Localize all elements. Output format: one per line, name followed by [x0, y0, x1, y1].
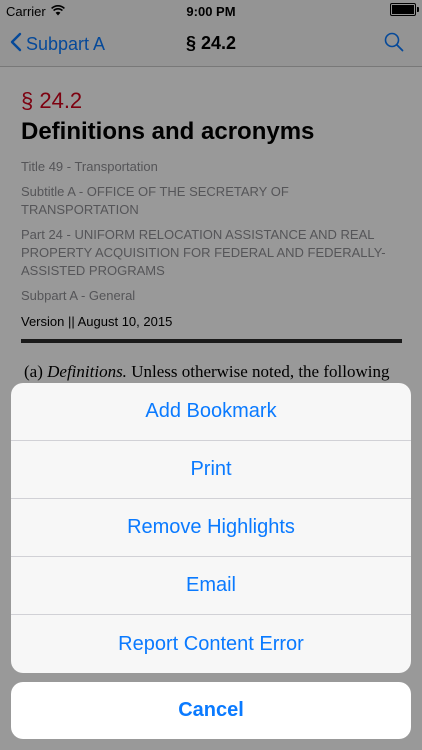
cancel-button[interactable]: Cancel	[11, 682, 411, 739]
action-sheet: Add Bookmark Print Remove Highlights Ema…	[11, 383, 411, 673]
add-bookmark-button[interactable]: Add Bookmark	[11, 383, 411, 441]
remove-highlights-button[interactable]: Remove Highlights	[11, 499, 411, 557]
print-button[interactable]: Print	[11, 441, 411, 499]
email-button[interactable]: Email	[11, 557, 411, 615]
report-content-error-button[interactable]: Report Content Error	[11, 615, 411, 673]
